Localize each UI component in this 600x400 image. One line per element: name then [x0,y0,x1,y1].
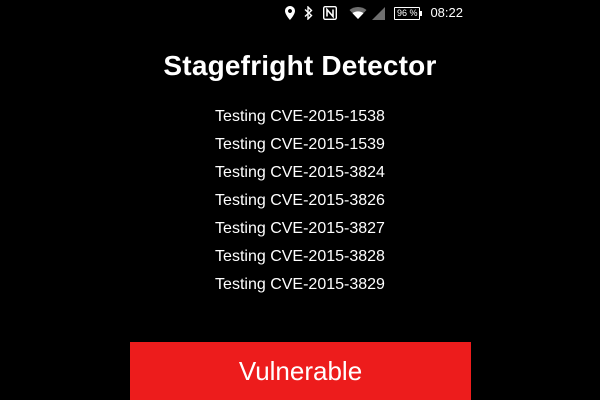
battery-level: 96 % [393,6,421,20]
wifi-icon [348,0,368,26]
nfc-icon [322,0,338,26]
battery-indicator: 96 % [393,0,423,26]
test-item: Testing CVE-2015-3829 [215,276,385,293]
app-screen: 96 % 08:22 Stagefright Detector Testing … [0,0,600,400]
signal-icon [372,0,386,26]
battery-tip [420,10,423,16]
test-item: Testing CVE-2015-3826 [215,192,385,209]
test-list: Testing CVE-2015-1538 Testing CVE-2015-1… [0,104,600,300]
result-button[interactable]: Vulnerable [130,342,471,400]
test-item: Testing CVE-2015-3828 [215,248,385,265]
test-item: Testing CVE-2015-3824 [215,164,385,181]
test-item: Testing CVE-2015-1538 [215,108,385,125]
test-item: Testing CVE-2015-1539 [215,136,385,153]
test-item: Testing CVE-2015-3827 [215,220,385,237]
status-bar: 96 % 08:22 [0,0,600,26]
status-time: 08:22 [430,5,463,20]
location-icon [284,0,296,26]
bluetooth-icon [304,0,314,26]
page-title: Stagefright Detector [163,50,437,81]
